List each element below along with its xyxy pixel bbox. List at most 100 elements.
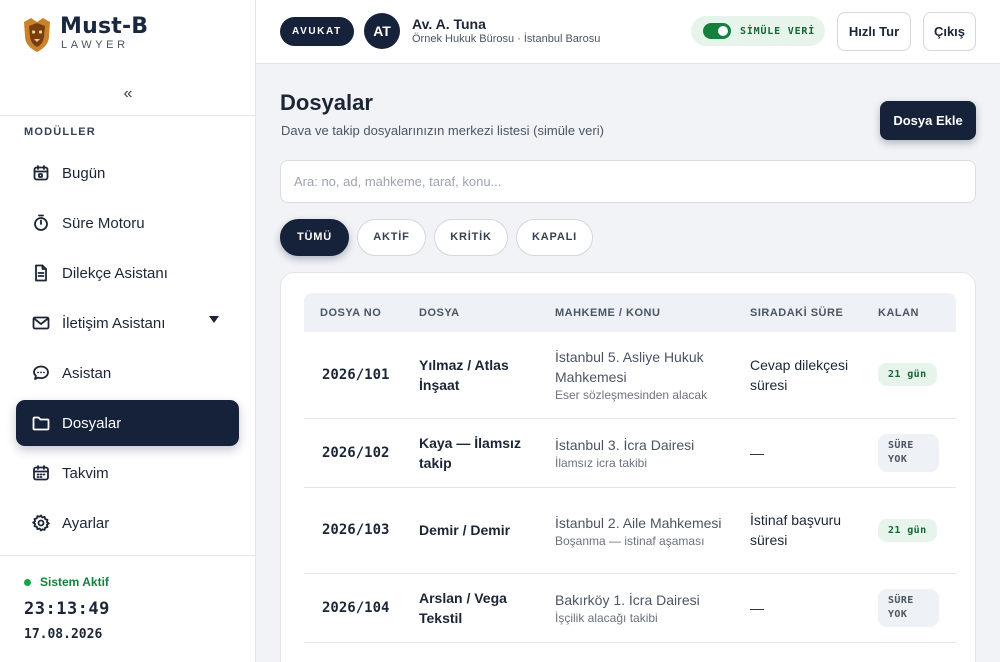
remaining-cell: SÜRE YOK	[862, 573, 956, 643]
table-header-row: DOSYA NO DOSYA MAHKEME / KONU SIRADAKİ S…	[304, 293, 956, 332]
sidebar-item-label: Süre Motoru	[62, 214, 145, 232]
stopwatch-icon	[34, 214, 48, 231]
divider	[0, 555, 255, 556]
sidebar-item-label: Dilekçe Asistanı	[62, 264, 168, 282]
table-row[interactable]: 2026/103 Demir / Demir İstanbul 2. Aile …	[304, 487, 956, 574]
filter-closed[interactable]: KAPALI	[516, 219, 593, 256]
sidebar-item-label: İletişim Asistanı	[62, 314, 166, 332]
next-deadline: —	[734, 573, 862, 643]
toggle-switch[interactable]	[703, 23, 731, 39]
sidebar-item-dilekce-asistani[interactable]: Dilekçe Asistanı	[16, 250, 239, 296]
clock-time: 23:13:49	[24, 599, 110, 619]
simulated-data-label: SİMÜLE VERİ	[740, 25, 816, 37]
sidebar-item-label: Takvim	[62, 464, 109, 482]
files-table: DOSYA NO DOSYA MAHKEME / KONU SIRADAKİ S…	[304, 293, 956, 643]
gear-icon	[32, 514, 50, 532]
sidebar-item-takvim[interactable]: Takvim	[16, 450, 239, 496]
add-file-button[interactable]: Dosya Ekle	[880, 101, 976, 140]
column-header[interactable]: DOSYA NO	[304, 293, 403, 332]
search-input[interactable]	[280, 160, 976, 203]
court-topic: Boşanma — istinaf aşaması	[555, 533, 705, 548]
column-header[interactable]: KALAN	[862, 293, 956, 332]
file-name: Kaya — İlamsız takip	[403, 418, 539, 488]
user-organization: Örnek Hukuk Bürosu · İstanbul Barosu	[412, 33, 601, 45]
remaining-cell: 21 gün	[862, 487, 956, 574]
quick-tour-button[interactable]: Hızlı Tur	[837, 12, 911, 51]
court-name: Bakırköy 1. İcra Dairesi	[555, 592, 700, 608]
filter-all[interactable]: TÜMÜ	[280, 219, 349, 256]
court-cell: İstanbul 3. İcra Dairesi İlamsız icra ta…	[539, 418, 734, 488]
court-cell: İstanbul 5. Asliye Hukuk Mahkemesi Eser …	[539, 332, 734, 419]
sidebar-item-asistan[interactable]: Asistan	[16, 350, 239, 396]
folder-icon	[32, 416, 50, 431]
sidebar-item-label: Bugün	[62, 164, 106, 182]
table-row[interactable]: 2026/104 Arslan / Vega Tekstil Bakırköy …	[304, 573, 956, 643]
sidebar-nav: Bugün Süre Motoru Dilekçe Asistanı İleti…	[16, 150, 239, 550]
remaining-badge: 21 gün	[878, 518, 937, 542]
remaining-badge: SÜRE YOK	[878, 588, 939, 627]
logout-button[interactable]: Çıkış	[923, 12, 976, 51]
sidebar-item-label: Ayarlar	[62, 514, 110, 532]
chat-icon	[33, 365, 49, 380]
system-status: Sistem Aktif 23:13:49 17.08.2026	[24, 575, 110, 642]
court-name: İstanbul 2. Aile Mahkemesi	[555, 514, 722, 531]
table-row[interactable]: 2026/102 Kaya — İlamsız takip İstanbul 3…	[304, 418, 956, 488]
court-cell: İstanbul 2. Aile Mahkemesi Boşanma — ist…	[539, 487, 734, 574]
avatar[interactable]: AT	[364, 13, 400, 49]
court-cell: Bakırköy 1. İcra Dairesi İşçilik alacağı…	[539, 573, 734, 643]
sidebar-item-ayarlar[interactable]: Ayarlar	[16, 500, 239, 546]
filter-critical[interactable]: KRİTİK	[434, 219, 508, 256]
top-header: AVUKAT AT Av. A. Tuna Örnek Hukuk Bürosu…	[256, 0, 1000, 64]
sidebar-item-iletisim-asistani[interactable]: İletişim Asistanı	[16, 300, 239, 346]
calendar-today-icon	[33, 165, 49, 181]
brand[interactable]: Must-B LAWYER	[22, 14, 148, 54]
remaining-badge: SÜRE YOK	[878, 433, 939, 472]
file-name: Arslan / Vega Tekstil	[403, 573, 539, 643]
column-header[interactable]: MAHKEME / KONU	[539, 293, 734, 332]
sidebar-item-dosyalar[interactable]: Dosyalar	[16, 400, 239, 446]
remaining-cell: 21 gün	[862, 332, 956, 419]
sidebar-item-sure-motoru[interactable]: Süre Motoru	[16, 200, 239, 246]
simulated-data-toggle[interactable]: SİMÜLE VERİ	[691, 16, 825, 46]
remaining-cell: SÜRE YOK	[862, 418, 956, 488]
sidebar-item-label: Dosyalar	[62, 414, 122, 432]
toggle-knob	[718, 26, 728, 36]
remaining-badge: 21 gün	[878, 363, 937, 387]
file-name: Yılmaz / Atlas İnşaat	[403, 332, 539, 419]
court-topic: Eser sözleşmesinden alacak	[555, 388, 708, 403]
file-number: 2026/104	[304, 573, 403, 643]
lion-logo-icon	[24, 18, 50, 52]
page-subtitle: Dava ve takip dosyalarınızın merkezi lis…	[281, 123, 604, 138]
mail-icon	[32, 316, 50, 330]
column-header[interactable]: DOSYA	[403, 293, 539, 332]
next-deadline: İstinaf başvuru süresi	[734, 487, 862, 574]
user-name: Av. A. Tuna	[412, 16, 486, 32]
court-name: İstanbul 5. Asliye Hukuk Mahkemesi	[555, 349, 704, 386]
next-deadline: Cevap dilekçesi süresi	[734, 332, 862, 419]
divider	[0, 115, 255, 116]
collapse-sidebar-button[interactable]: «	[116, 84, 140, 104]
files-table-card: DOSYA NO DOSYA MAHKEME / KONU SIRADAKİ S…	[280, 272, 976, 662]
status-dot-icon	[24, 578, 31, 586]
sidebar-item-label: Asistan	[62, 364, 112, 382]
file-name: Demir / Demir	[403, 487, 539, 574]
file-number: 2026/103	[304, 487, 403, 574]
next-deadline: —	[734, 418, 862, 488]
page-title: Dosyalar	[280, 90, 373, 115]
filter-active[interactable]: AKTİF	[357, 219, 426, 256]
file-number: 2026/102	[304, 418, 403, 488]
table-row[interactable]: 2026/101 Yılmaz / Atlas İnşaat İstanbul …	[304, 332, 956, 419]
clock-date: 17.08.2026	[24, 627, 103, 642]
column-header[interactable]: SIRADAKİ SÜRE	[734, 293, 862, 332]
court-name: İstanbul 3. İcra Dairesi	[555, 437, 695, 453]
document-icon	[35, 264, 47, 282]
role-badge: AVUKAT	[280, 17, 354, 46]
court-topic: İşçilik alacağı takibi	[555, 611, 658, 625]
brand-subtitle: LAWYER	[61, 39, 129, 51]
sidebar-item-bugun[interactable]: Bugün	[16, 150, 239, 196]
chevron-down-icon[interactable]	[209, 316, 219, 323]
status-label: Sistem Aktif	[40, 575, 109, 589]
section-title: MODÜLLER	[24, 126, 96, 138]
calendar-icon	[33, 465, 49, 481]
court-topic: İlamsız icra takibi	[555, 456, 648, 470]
